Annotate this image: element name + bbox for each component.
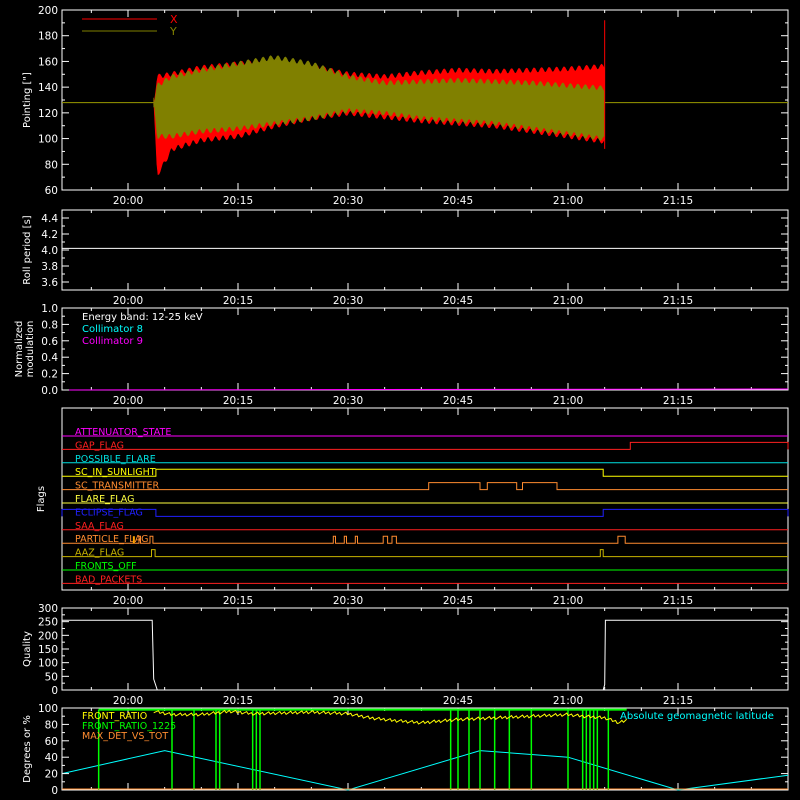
x-tick-label: 20:45	[443, 595, 473, 607]
quality-y-tick-label: 50	[45, 671, 58, 683]
x-tick-label: 21:00	[553, 195, 583, 207]
flag-label-attenuator-state: ATTENUATOR_STATE	[75, 427, 171, 438]
x-tick-label: 21:00	[553, 695, 583, 707]
flag-line-sc-in-sunlight	[62, 468, 788, 477]
ratios-y-tick-label: 40	[45, 752, 58, 764]
flag-label-eclipse-flag: ECLIPSE_FLAG	[75, 507, 143, 518]
flag-label-sc-in-sunlight: SC_IN_SUNLIGHT	[75, 467, 156, 478]
x-tick-label: 20:30	[333, 195, 363, 207]
ratio-legend-2: MAX_DET_VS_TOT	[82, 731, 168, 742]
ratios-y-tick-label: 0	[51, 785, 58, 797]
x-tick-label: 20:00	[113, 295, 143, 307]
flag-line-sc-transmitter	[62, 482, 788, 491]
flag-line-particle-flag	[62, 535, 788, 544]
x-tick-label: 21:15	[663, 695, 693, 707]
quality-y-tick-label: 100	[38, 658, 58, 670]
modulation-legend-2: Collimator 9	[82, 336, 143, 347]
quality-y-axis-label: Quality	[22, 631, 33, 667]
quality-series-line	[62, 619, 788, 691]
chart-figure: 20:00 20:15 20:30 20:45 21:00 21:15 X Y 60 80 100 1…	[0, 0, 800, 800]
quality-y-tick-label: 150	[38, 644, 58, 656]
x-tick-label: 20:30	[333, 695, 363, 707]
quality-y-tick-label: 0	[51, 685, 58, 697]
roll-y-tick-label: 3.6	[41, 277, 58, 289]
modulation-y-tick-label: 0.6	[41, 336, 58, 348]
x-tick-label: 21:15	[663, 395, 693, 407]
x-tick-label: 20:45	[443, 695, 473, 707]
x-tick-label: 20:00	[113, 695, 143, 707]
pointing-y-tick-label: 120	[38, 108, 58, 120]
flag-label-gap-flag: GAP_FLAG	[75, 440, 124, 451]
x-tick-label: 20:15	[223, 595, 253, 607]
modulation-y-tick-label: 0.8	[41, 319, 58, 331]
x-tick-label: 20:30	[333, 595, 363, 607]
modulation-y-tick-label: 0.0	[41, 385, 58, 397]
roll-frame	[61, 209, 789, 291]
flag-label-possible-flare: POSSIBLE_FLARE	[75, 454, 156, 465]
x-tick-label: 20:45	[443, 295, 473, 307]
x-tick-label: 21:00	[553, 595, 583, 607]
latitude-legend: Absolute geomagnetic latitude	[620, 711, 774, 722]
pointing-y-tick-label: 80	[45, 159, 58, 171]
modulation-y-axis-label: modulation	[25, 321, 36, 378]
x-tick-label: 21:00	[553, 395, 583, 407]
x-tick-label: 20:15	[223, 695, 253, 707]
pointing-y-tick-label: 60	[45, 185, 58, 197]
x-tick-label: 20:15	[223, 295, 253, 307]
roll-y-tick-label: 4.4	[41, 213, 58, 225]
x-tick-label: 21:15	[663, 195, 693, 207]
modulation-y-tick-label: 0.2	[41, 369, 58, 381]
flag-label-bad-packets: BAD_PACKETS	[75, 574, 142, 585]
roll-y-axis-label: Roll period [s]	[22, 215, 33, 284]
x-tick-label: 20:45	[443, 195, 473, 207]
flag-label-aaz-flag: AAZ_FLAG	[75, 548, 124, 559]
ratios-y-axis-label: Degrees or %	[22, 715, 33, 783]
flag-label-saa-flag: SAA_FLAG	[75, 521, 124, 532]
x-tick-label: 20:00	[113, 395, 143, 407]
roll-y-tick-label: 3.8	[41, 261, 58, 273]
pointing-y-tick-label: 180	[38, 31, 58, 43]
roll-y-tick-label: 4.2	[41, 229, 58, 241]
modulation-y-axis-label: Normalized	[14, 321, 25, 378]
flags-y-axis-label: Flags	[36, 486, 47, 512]
latitude-line	[61, 750, 789, 791]
pointing-y-axis-label: Pointing ["]	[22, 72, 33, 128]
pointing-y-tick-label: 100	[38, 134, 58, 146]
ratios-y-tick-label: 100	[38, 703, 58, 715]
x-tick-label: 20:15	[223, 395, 253, 407]
x-tick-label: 20:00	[113, 595, 143, 607]
pointing-y-tick-label: 200	[38, 5, 58, 17]
modulation-legend-0: Energy band: 12-25 keV	[82, 312, 203, 323]
flag-label-fronts-off: FRONTS_OFF	[75, 561, 137, 572]
modulation-legend-1: Collimator 8	[82, 324, 143, 335]
chart-canvas: 20:00 20:15 20:30 20:45 21:00 21:15XY60801001…	[14, 5, 789, 797]
flag-line-aaz-flag	[62, 549, 788, 558]
pointing-y-tick-label: 160	[38, 56, 58, 68]
x-tick-label: 21:00	[553, 295, 583, 307]
quality-y-tick-label: 250	[38, 617, 58, 629]
flag-label-flare-flag: FLARE_FLAG	[75, 494, 135, 505]
modulation-y-tick-label: 1.0	[41, 303, 58, 315]
x-tick-label: 20:45	[443, 395, 473, 407]
flag-label-particle-flag: PARTICLE_FLAG	[75, 534, 148, 545]
pointing-y-tick-label: 140	[38, 82, 58, 94]
x-tick-label: 20:00	[113, 195, 143, 207]
front-ratio-line	[153, 709, 628, 725]
flag-label-sc-transmitter: SC_TRANSMITTER	[75, 481, 160, 492]
x-tick-label: 20:30	[333, 295, 363, 307]
x-tick-label: 20:30	[333, 395, 363, 407]
ratios-y-tick-label: 20	[45, 769, 58, 781]
roll-y-tick-label: 4.0	[41, 245, 58, 257]
legend-label-y: Y	[169, 25, 177, 38]
flag-line-eclipse-flag	[61, 508, 789, 517]
x-tick-label: 21:15	[663, 595, 693, 607]
quality-y-tick-label: 300	[38, 603, 58, 615]
modulation-y-tick-label: 0.4	[41, 352, 58, 364]
x-tick-label: 20:15	[223, 195, 253, 207]
x-tick-label: 21:15	[663, 295, 693, 307]
ratios-y-tick-label: 60	[45, 736, 58, 748]
quality-y-tick-label: 200	[38, 630, 58, 642]
ratios-y-tick-label: 80	[45, 719, 58, 731]
flag-line-gap-flag	[62, 441, 789, 450]
